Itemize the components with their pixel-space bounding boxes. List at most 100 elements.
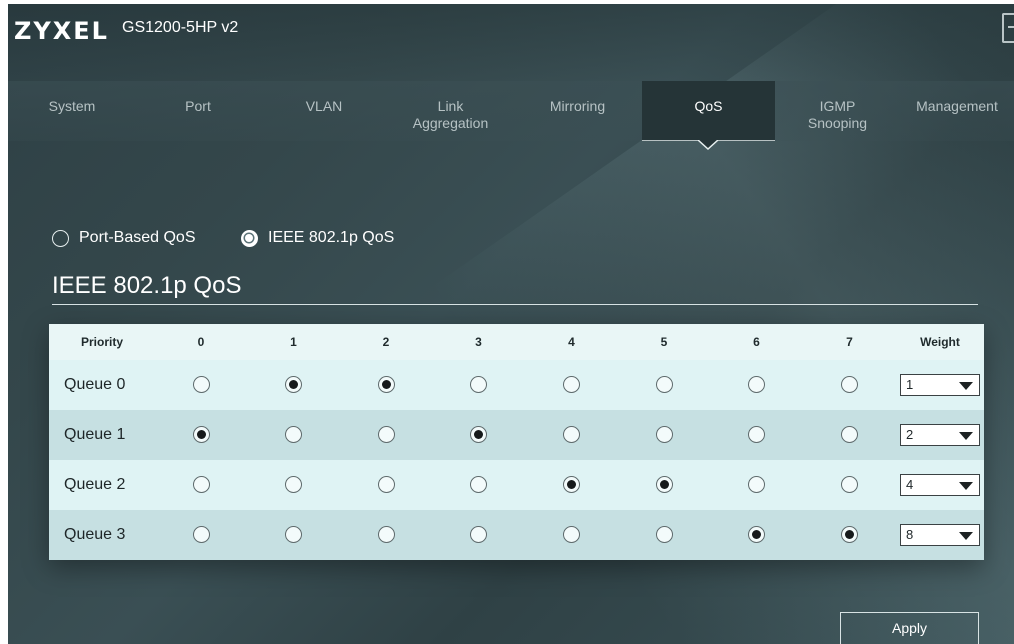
queue-0-priority-7-radio[interactable]: [841, 376, 858, 394]
header-priority-7: 7: [803, 324, 896, 360]
priority-cell: [803, 410, 896, 460]
priority-cell: [340, 360, 432, 410]
queue-0-priority-6-radio[interactable]: [748, 376, 765, 394]
priority-cell: [340, 460, 432, 510]
queue-3-priority-6-radio[interactable]: [748, 526, 765, 544]
queue-2-priority-2-radio[interactable]: [377, 476, 395, 494]
queue-3-priority-1-radio[interactable]: [285, 526, 302, 544]
queue-1-priority-3-radio[interactable]: [470, 426, 487, 444]
priority-cell: [803, 510, 896, 560]
table-row: Queue 2 4: [49, 460, 984, 510]
queue-3-priority-0-radio[interactable]: [192, 526, 210, 544]
nav-mirroring[interactable]: Mirroring: [513, 81, 642, 141]
queue-0-priority-5-radio[interactable]: [655, 376, 673, 394]
queue-1-priority-1-radio[interactable]: [285, 426, 302, 444]
queue-3-priority-3-radio[interactable]: [470, 526, 487, 544]
app-window: ZYXEL GS1200-5HP v2 System Port VLAN Lin…: [8, 4, 1014, 644]
weight-select[interactable]: 1: [900, 374, 980, 396]
weight-value: 4: [906, 477, 914, 492]
queue-1-priority-6-radio[interactable]: [748, 426, 765, 444]
priority-cell: [155, 410, 247, 460]
queue-2-priority-7-radio[interactable]: [841, 476, 858, 494]
queue-0-priority-4-radio[interactable]: [563, 376, 580, 394]
queue-0-priority-1-radio[interactable]: [285, 376, 302, 394]
weight-cell: 2: [896, 410, 984, 460]
queue-1-priority-0-radio[interactable]: [192, 426, 210, 444]
priority-cell: [340, 410, 432, 460]
port-based-qos-radio[interactable]: [52, 229, 69, 247]
queue-0-priority-3-radio[interactable]: [470, 376, 487, 394]
qos-priority-table: Priority 0 1 2 3 4 5 6 7 Weight Queue 0 1…: [49, 324, 984, 560]
priority-cell: [710, 460, 803, 510]
queue-1-priority-7-radio[interactable]: [841, 426, 858, 444]
weight-cell: 8: [896, 510, 984, 560]
queue-2-priority-3-radio[interactable]: [470, 476, 487, 494]
queue-3-priority-5-radio[interactable]: [655, 526, 673, 544]
zyxel-logo: ZYXEL: [14, 17, 109, 45]
priority-cell: [432, 360, 525, 410]
port-based-qos-label: Port-Based QoS: [79, 229, 196, 246]
priority-cell: [525, 410, 618, 460]
header-priority-2: 2: [340, 324, 432, 360]
weight-cell: 4: [896, 460, 984, 510]
queue-label: Queue 2: [49, 460, 155, 510]
priority-cell: [155, 460, 247, 510]
table-row: Queue 0 1: [49, 360, 984, 410]
weight-cell: 1: [896, 360, 984, 410]
priority-cell: [618, 410, 710, 460]
priority-cell: [710, 510, 803, 560]
priority-cell: [155, 360, 247, 410]
nav-management[interactable]: Management: [900, 81, 1014, 141]
port-based-qos-option[interactable]: Port-Based QoS: [52, 226, 196, 250]
queue-3-priority-7-radio[interactable]: [841, 526, 858, 544]
weight-select[interactable]: 4: [900, 474, 980, 496]
priority-cell: [247, 410, 340, 460]
chevron-down-icon: [959, 532, 973, 540]
queue-2-priority-6-radio[interactable]: [748, 476, 765, 494]
queue-1-priority-4-radio[interactable]: [563, 426, 580, 444]
priority-cell: [525, 360, 618, 410]
header-priority-4: 4: [525, 324, 618, 360]
queue-1-priority-5-radio[interactable]: [655, 426, 673, 444]
active-tab-caret: [642, 140, 775, 150]
nav-link-aggregation[interactable]: Link Aggregation: [388, 81, 513, 141]
priority-cell: [432, 460, 525, 510]
priority-cell: [803, 360, 896, 410]
priority-cell: [618, 460, 710, 510]
table-row: Queue 3 8: [49, 510, 984, 560]
header-weight: Weight: [896, 324, 984, 360]
queue-0-priority-2-radio[interactable]: [377, 376, 395, 394]
header-priority-3: 3: [432, 324, 525, 360]
chevron-down-icon: [959, 482, 973, 490]
priority-cell: [247, 360, 340, 410]
nav-port[interactable]: Port: [136, 81, 260, 141]
weight-value: 2: [906, 427, 914, 442]
nav-vlan[interactable]: VLAN: [260, 81, 388, 141]
logout-icon[interactable]: [1002, 13, 1014, 43]
apply-button[interactable]: Apply: [840, 612, 979, 644]
queue-3-priority-4-radio[interactable]: [563, 526, 580, 544]
ieee-qos-radio[interactable]: [241, 229, 258, 247]
header-priority-0: 0: [155, 324, 247, 360]
queue-2-priority-4-radio[interactable]: [563, 476, 580, 494]
queue-2-priority-0-radio[interactable]: [192, 476, 210, 494]
weight-value: 1: [906, 377, 914, 392]
nav-igmp-snooping[interactable]: IGMP Snooping: [775, 81, 900, 141]
header-priority-1: 1: [247, 324, 340, 360]
queue-0-priority-0-radio[interactable]: [192, 376, 210, 394]
nav-system[interactable]: System: [8, 81, 136, 141]
priority-cell: [247, 510, 340, 560]
priority-cell: [340, 510, 432, 560]
priority-cell: [155, 510, 247, 560]
queue-2-priority-5-radio[interactable]: [655, 476, 673, 494]
priority-cell: [803, 460, 896, 510]
header-priority: Priority: [49, 324, 155, 360]
weight-select[interactable]: 2: [900, 424, 980, 446]
queue-2-priority-1-radio[interactable]: [285, 476, 302, 494]
ieee-qos-option[interactable]: IEEE 802.1p QoS: [241, 226, 394, 250]
weight-select[interactable]: 8: [900, 524, 980, 546]
nav-qos[interactable]: QoS: [642, 81, 775, 150]
queue-3-priority-2-radio[interactable]: [377, 526, 395, 544]
queue-1-priority-2-radio[interactable]: [377, 426, 395, 444]
table-row: Queue 1 2: [49, 410, 984, 460]
